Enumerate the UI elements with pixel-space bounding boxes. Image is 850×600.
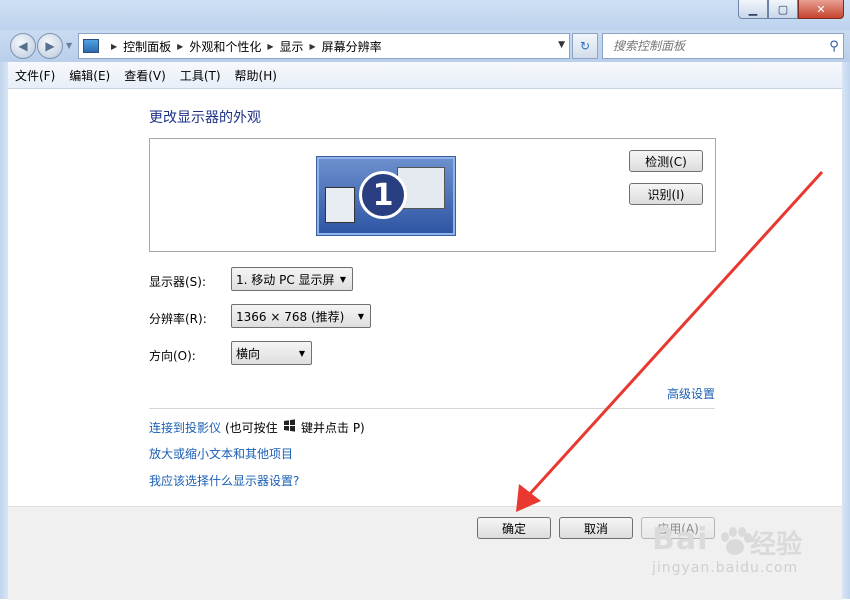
menu-bar: 文件(F) 编辑(E) 查看(V) 工具(T) 帮助(H) [8, 62, 842, 89]
monitor-1-thumbnail[interactable]: 1 [317, 157, 455, 235]
breadcrumb-separator-icon[interactable]: ▶ [111, 42, 117, 51]
dropdown-arrow-icon: ▼ [357, 312, 364, 321]
cancel-button[interactable]: 取消 [559, 517, 633, 539]
address-dropdown-icon[interactable]: ▼ [558, 40, 565, 50]
breadcrumb-control-panel[interactable]: 控制面板 [123, 38, 171, 55]
baidu-watermark: Bai 经验 jingyan.baidu.com [650, 520, 840, 590]
orientation-select[interactable]: 横向 ▼ [231, 341, 312, 365]
watermark-url: jingyan.baidu.com [652, 560, 799, 576]
refresh-button[interactable]: ↻ [572, 33, 598, 59]
close-icon: ✕ [816, 2, 826, 16]
identify-button[interactable]: 识别(I) [629, 183, 703, 205]
forward-button[interactable]: ▶ [37, 33, 63, 59]
minimize-icon: ▁ [748, 2, 758, 16]
advanced-settings-link[interactable]: 高级设置 [667, 385, 715, 402]
close-button[interactable]: ✕ [798, 0, 844, 19]
display-label: 显示器(S): [149, 275, 207, 289]
projector-hint-suffix: 键并点击 P) [301, 421, 365, 435]
display-settings-help-link[interactable]: 我应该选择什么显示器设置? [149, 472, 299, 489]
window-frame-left [0, 62, 8, 599]
display-select-value: 1. 移动 PC 显示屏 [236, 272, 335, 287]
search-input[interactable] [611, 38, 825, 54]
window-frame-right [842, 62, 850, 599]
divider [149, 408, 715, 409]
watermark-logo: Bai [652, 522, 709, 557]
refresh-icon: ↻ [579, 39, 591, 53]
orientation-select-value: 横向 [236, 346, 261, 361]
maximize-icon: ▢ [777, 2, 789, 16]
breadcrumb-screen-resolution[interactable]: 屏幕分辨率 [322, 38, 382, 55]
text-size-link[interactable]: 放大或缩小文本和其他项目 [149, 445, 293, 462]
detect-button[interactable]: 检测(C) [629, 150, 703, 172]
title-bar: ▁ ▢ ✕ [0, 0, 850, 30]
watermark-logo-cn: 经验 [750, 530, 803, 560]
breadcrumb-separator-icon[interactable]: ▶ [267, 42, 273, 51]
control-panel-icon [83, 39, 99, 53]
monitor-window-graphic [325, 187, 355, 223]
monitor-number-badge: 1 [359, 171, 407, 219]
breadcrumb-separator-icon[interactable]: ▶ [177, 42, 183, 51]
breadcrumb-appearance[interactable]: 外观和个性化 [189, 38, 261, 55]
search-box: ⚲ [602, 33, 844, 59]
breadcrumb-separator-icon[interactable]: ▶ [310, 42, 316, 51]
search-icon[interactable]: ⚲ [825, 39, 843, 54]
monitor-preview-panel: 1 检测(C) 识别(I) [149, 138, 716, 252]
back-arrow-icon: ◀ [18, 39, 28, 53]
menu-file[interactable]: 文件(F) [8, 67, 62, 84]
maximize-button[interactable]: ▢ [768, 0, 798, 19]
connect-projector-link[interactable]: 连接到投影仪 [149, 419, 221, 436]
resolution-select-value: 1366 × 768 (推荐) [236, 309, 345, 324]
windows-logo-icon [284, 419, 295, 432]
navigation-bar: ◀ ▶ ▼ ▶ 控制面板 ▶ 外观和个性化 ▶ 显示 ▶ 屏幕分辨率 ▼ ↻ ⚲ [0, 30, 850, 62]
dropdown-arrow-icon: ▼ [298, 349, 305, 358]
menu-tools[interactable]: 工具(T) [173, 67, 228, 84]
projector-hint-prefix: (也可按住 [225, 421, 278, 435]
minimize-button[interactable]: ▁ [738, 0, 768, 19]
paw-icon [721, 527, 752, 555]
recent-pages-dropdown-icon[interactable]: ▼ [66, 41, 72, 50]
display-select[interactable]: 1. 移动 PC 显示屏 ▼ [231, 267, 353, 291]
menu-view[interactable]: 查看(V) [117, 67, 173, 84]
menu-help[interactable]: 帮助(H) [228, 67, 284, 84]
forward-arrow-icon: ▶ [45, 39, 55, 53]
page-title: 更改显示器的外观 [149, 110, 261, 126]
dropdown-arrow-icon: ▼ [339, 275, 346, 284]
orientation-label: 方向(O): [149, 349, 196, 363]
window-controls: ▁ ▢ ✕ [738, 0, 844, 19]
resolution-label: 分辨率(R): [149, 312, 207, 326]
address-bar[interactable]: ▶ 控制面板 ▶ 外观和个性化 ▶ 显示 ▶ 屏幕分辨率 ▼ [78, 33, 570, 59]
resolution-select[interactable]: 1366 × 768 (推荐) ▼ [231, 304, 371, 328]
menu-edit[interactable]: 编辑(E) [62, 67, 117, 84]
breadcrumb-display[interactable]: 显示 [280, 38, 304, 55]
back-button[interactable]: ◀ [10, 33, 36, 59]
ok-button[interactable]: 确定 [477, 517, 551, 539]
